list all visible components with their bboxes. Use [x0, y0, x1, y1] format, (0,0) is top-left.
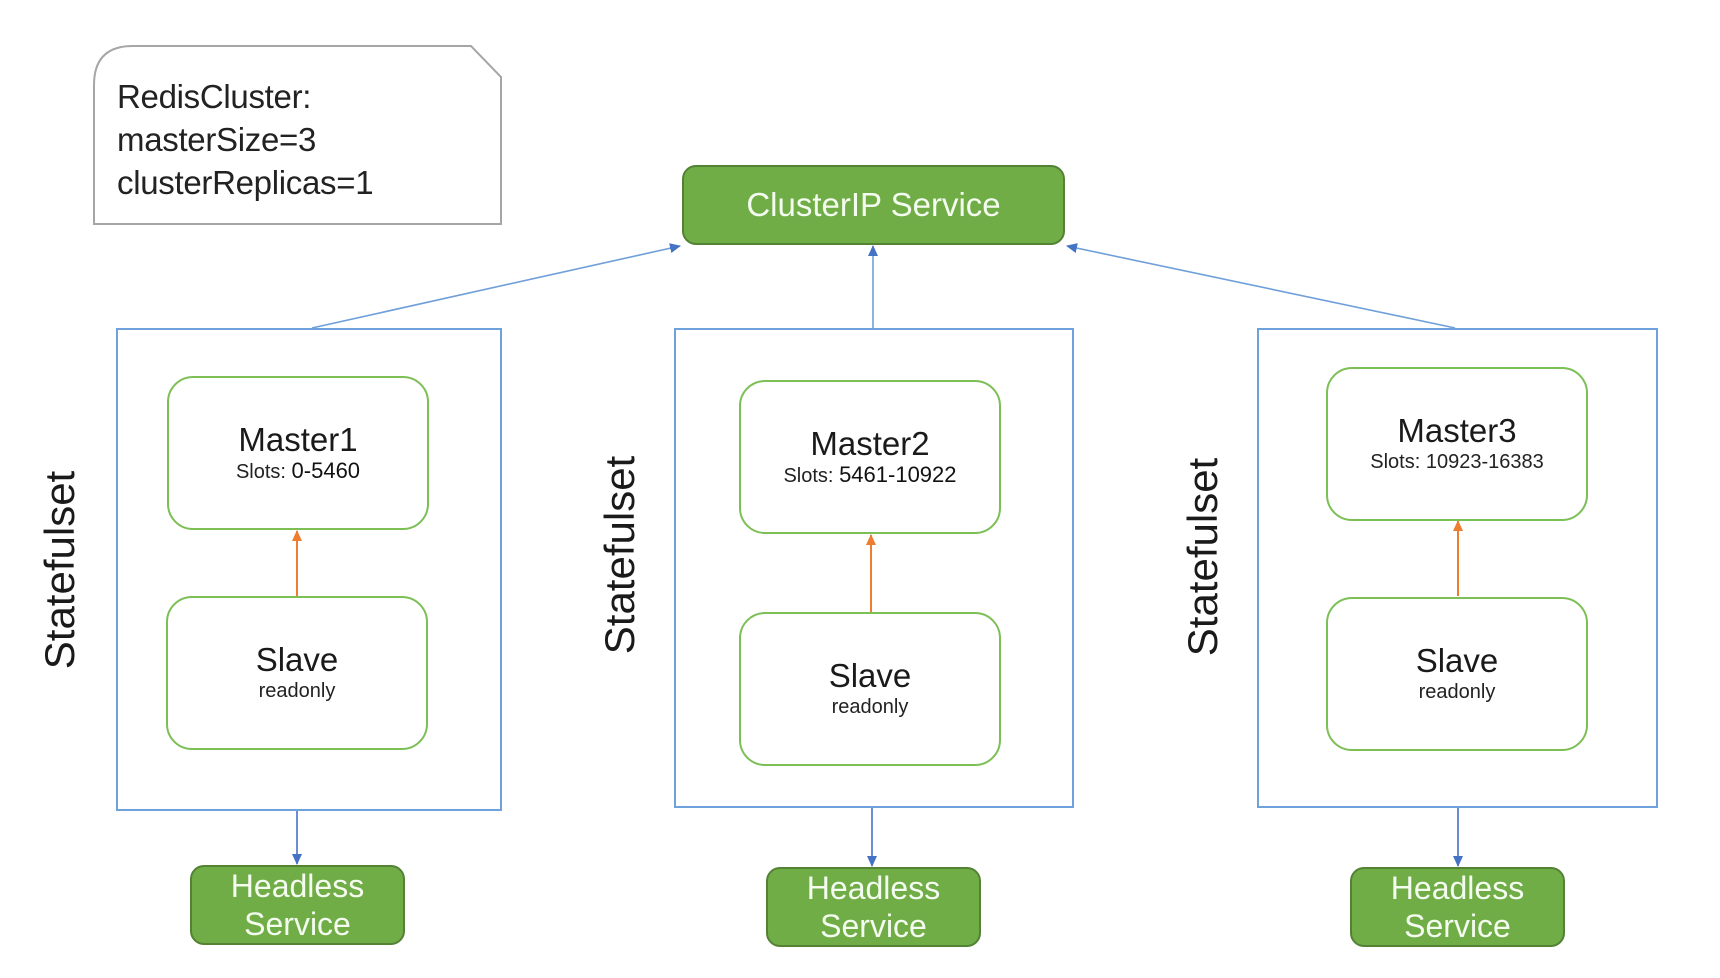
statefulset-1-label-wrap: Statefulset — [20, 471, 100, 669]
master-1-title: Master1 — [238, 420, 358, 458]
master-2-title: Master2 — [810, 424, 930, 462]
slave-1-mode: readonly — [258, 680, 336, 702]
headless-service-3-line1: Headless — [1390, 870, 1525, 906]
master-3-slots-label: Slots: — [1370, 451, 1421, 473]
slave-3-title: Slave — [1415, 642, 1499, 679]
note-line-cluster-replicas: clusterReplicas=1 — [117, 164, 374, 201]
master-2-slots: Slots: 5461-10922 — [783, 462, 956, 489]
slave-2-mode: readonly — [831, 696, 909, 718]
master-3-slots-range: 10923-16383 — [1425, 451, 1544, 473]
headless-service-1-line1: Headless — [230, 868, 365, 904]
slave-3-mode: readonly — [1418, 681, 1496, 703]
master-3-slots: Slots: 10923-16383 — [1370, 449, 1543, 475]
master-3-pod[interactable]: Master3 Slots: 10923-16383 — [1326, 367, 1588, 521]
config-note: RedisCluster: masterSize=3 clusterReplic… — [93, 45, 502, 225]
slave-1-pod[interactable]: Slave readonly — [166, 596, 428, 750]
slave-1-title: Slave — [255, 641, 339, 678]
master-2-slots-range: 5461-10922 — [839, 461, 957, 487]
note-line-master-size: masterSize=3 — [117, 121, 317, 158]
arrow-sts3-to-clusterip — [1066, 243, 1456, 329]
headless-service-1-line2: Service — [244, 906, 351, 942]
clusterip-service[interactable]: ClusterIP Service — [682, 165, 1065, 245]
headless-service-3[interactable]: Headless Service — [1350, 867, 1565, 947]
statefulset-2-label: Statefulset — [596, 455, 643, 655]
master-1-slots: Slots: 0-5460 — [236, 458, 360, 485]
arrow-sts1-to-clusterip — [311, 243, 681, 329]
config-note-text: RedisCluster: masterSize=3 clusterReplic… — [117, 75, 374, 204]
note-line-title: RedisCluster: — [117, 78, 312, 115]
slave-3-pod[interactable]: Slave readonly — [1326, 597, 1588, 751]
headless-service-2-line2: Service — [820, 908, 927, 944]
headless-service-2-line1: Headless — [806, 870, 941, 906]
master-2-slots-label: Slots: — [783, 464, 834, 487]
master-1-pod[interactable]: Master1 Slots: 0-5460 — [167, 376, 429, 530]
master-1-slots-label: Slots: — [235, 460, 286, 483]
headless-service-1[interactable]: Headless Service — [190, 865, 405, 945]
headless-service-2[interactable]: Headless Service — [766, 867, 981, 947]
clusterip-service-label: ClusterIP Service — [746, 186, 1001, 223]
master-3-title: Master3 — [1397, 412, 1517, 449]
statefulset-3-label: Statefulset — [1179, 457, 1226, 657]
headless-service-3-line2: Service — [1404, 908, 1511, 944]
statefulset-3-label-wrap: Statefulset — [1163, 458, 1243, 656]
slave-2-pod[interactable]: Slave readonly — [739, 612, 1001, 766]
master-2-pod[interactable]: Master2 Slots: 5461-10922 — [739, 380, 1001, 534]
slave-2-title: Slave — [828, 657, 912, 694]
statefulset-2-label-wrap: Statefulset — [580, 456, 660, 654]
statefulset-1-label: Statefulset — [36, 470, 83, 670]
master-1-slots-range: 0-5460 — [291, 457, 361, 483]
